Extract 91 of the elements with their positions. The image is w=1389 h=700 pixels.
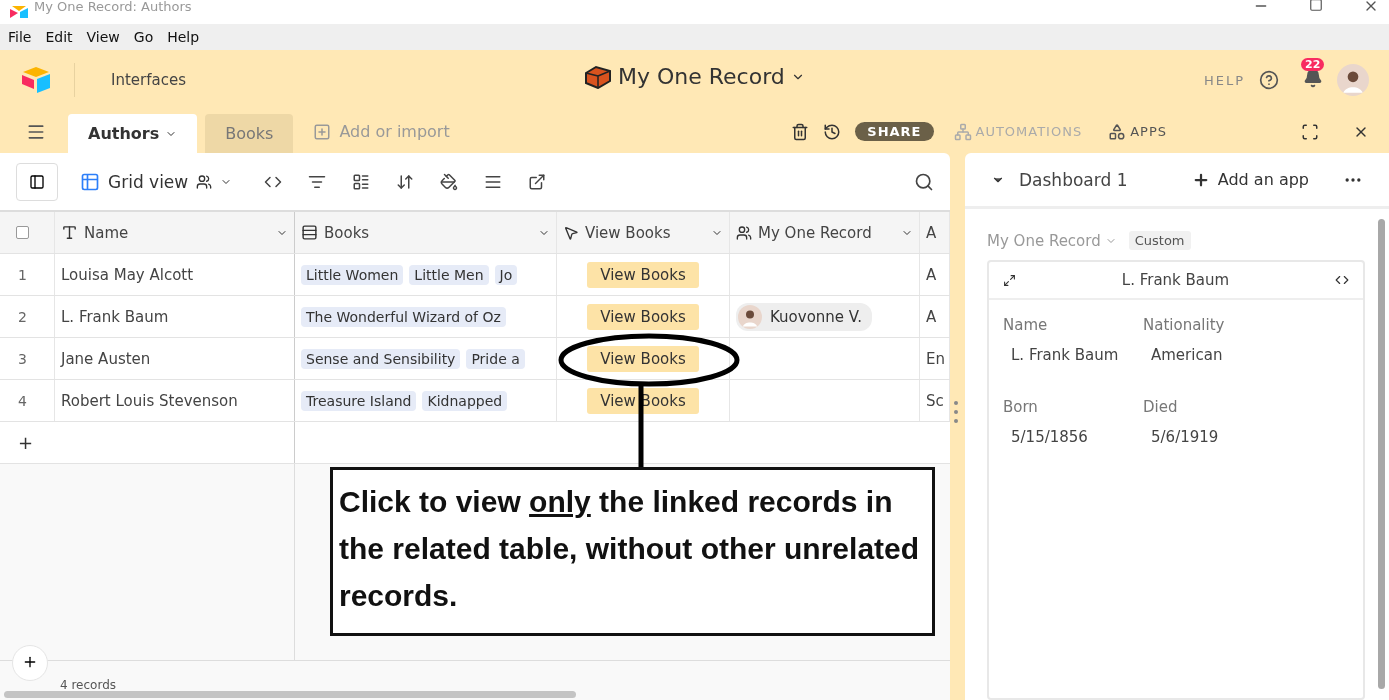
trash-icon[interactable] — [791, 122, 810, 141]
field-value: 5/15/1856 — [1010, 428, 1089, 446]
field-label: Died — [1143, 398, 1179, 416]
menu-item[interactable]: Edit — [45, 29, 73, 45]
callout-text: Click to view only the linked records in the related table, without other unrelated records. — [339, 484, 921, 614]
linked-record-chip[interactable]: The Wonderful Wizard of Oz — [301, 306, 506, 327]
linked-record-chip[interactable]: Little Men — [409, 264, 489, 285]
app-logo-icon[interactable] — [20, 66, 52, 94]
pointer-icon — [563, 224, 579, 241]
dashboard-title[interactable]: Dashboard 1 — [1019, 169, 1128, 190]
table-cell: Jane Austen — [61, 349, 151, 368]
row-number: 3 — [17, 350, 28, 367]
avatar-icon — [738, 304, 762, 329]
field-value: L. Frank Baum — [1010, 346, 1120, 364]
row-number: 4 — [17, 392, 28, 409]
custom-tag: Custom — [1128, 231, 1191, 250]
table-cell: A — [926, 307, 937, 326]
column-header[interactable]: Books — [295, 212, 557, 253]
users-icon — [196, 173, 213, 190]
share-button[interactable]: SHARE — [855, 122, 934, 141]
flowchart-icon — [953, 122, 972, 141]
avatar-icon — [1337, 64, 1369, 96]
search-icon[interactable] — [914, 171, 934, 192]
code-icon[interactable] — [1335, 273, 1349, 287]
add-button[interactable] — [12, 645, 48, 681]
maximize-icon[interactable] — [1309, 0, 1323, 12]
sidebar-icon — [29, 173, 45, 190]
table-tab[interactable]: Authors — [68, 114, 198, 153]
field-value: American — [1150, 346, 1224, 364]
view-books-button[interactable]: View Books — [587, 261, 699, 288]
table-cell: A — [926, 265, 937, 284]
expand-icon[interactable] — [1003, 273, 1016, 287]
menu-item[interactable]: Go — [133, 29, 154, 45]
linked-record-chip[interactable]: Pride a — [466, 348, 525, 369]
menu-item[interactable]: File — [8, 29, 32, 45]
shapes-icon — [1108, 122, 1127, 141]
select-all-checkbox[interactable] — [16, 226, 29, 239]
row-number: 2 — [17, 308, 28, 325]
share-view-icon[interactable] — [528, 172, 547, 191]
table-cell: L. Frank Baum — [61, 307, 169, 326]
history-icon[interactable] — [823, 122, 842, 141]
scrollbar[interactable] — [4, 691, 576, 698]
linked-record-chip[interactable]: Sense and Sensibility — [301, 348, 461, 369]
sidebar-toggle-button[interactable] — [16, 162, 58, 201]
field-label: Born — [1003, 398, 1039, 416]
row-number: 1 — [17, 266, 28, 283]
resize-handle[interactable] — [954, 401, 958, 423]
sort-icon[interactable] — [396, 172, 415, 191]
bricks-icon — [584, 64, 612, 89]
user-chip: Kuovonne V. — [736, 302, 872, 331]
app-logo-icon — [10, 6, 28, 18]
help-icon[interactable] — [1259, 70, 1279, 90]
group-icon[interactable] — [352, 172, 371, 191]
view-switcher[interactable]: Grid view — [74, 170, 239, 193]
table-cell: Louisa May Alcott — [61, 265, 194, 284]
linked-record-chip[interactable]: Kidnapped — [422, 390, 508, 411]
window-title: My One Record: Authors — [34, 0, 192, 14]
add-row-button[interactable]: + — [6, 432, 34, 453]
menu-item[interactable]: View — [86, 29, 120, 45]
table-cell: Robert Louis Stevenson — [61, 391, 238, 410]
view-books-button[interactable]: View Books — [587, 345, 699, 372]
plus-icon — [313, 122, 332, 141]
column-header[interactable]: A — [920, 212, 950, 253]
paint-bucket-icon[interactable] — [440, 172, 459, 191]
linked-record-chip[interactable]: Little Women — [301, 264, 404, 285]
menu-item[interactable]: Help — [167, 29, 200, 45]
linked-record-chip[interactable]: Treasure Island — [301, 390, 417, 411]
base-name[interactable]: My One Record — [618, 64, 785, 89]
grid-icon — [80, 171, 100, 192]
add-app-button[interactable]: Add an app — [1185, 169, 1315, 190]
field-value: 5/6/1919 — [1150, 428, 1220, 446]
linked-field-icon — [301, 224, 318, 241]
view-books-button[interactable]: View Books — [587, 303, 699, 330]
card-title: L. Frank Baum — [1121, 271, 1230, 289]
users-icon — [736, 224, 752, 241]
bell-icon[interactable] — [1303, 68, 1323, 88]
field-label: Nationality — [1143, 316, 1226, 334]
column-header[interactable]: View Books — [557, 212, 730, 253]
scrollbar[interactable] — [1378, 219, 1385, 689]
table-cell: En — [926, 349, 945, 368]
interfaces-link[interactable]: Interfaces — [111, 71, 186, 89]
fullscreen-icon[interactable] — [1301, 122, 1319, 141]
column-header[interactable]: Name — [55, 212, 295, 253]
table-cell: Sc — [926, 391, 944, 410]
notification-badge: 22 — [1301, 58, 1325, 71]
record-count: 4 records — [60, 678, 117, 692]
apps-button[interactable]: APPS — [1102, 121, 1173, 142]
column-header[interactable]: My One Record — [730, 212, 920, 253]
field-label: Name — [1003, 316, 1049, 334]
text-field-icon — [61, 224, 78, 241]
linked-record-chip[interactable]: Jo — [494, 264, 518, 285]
